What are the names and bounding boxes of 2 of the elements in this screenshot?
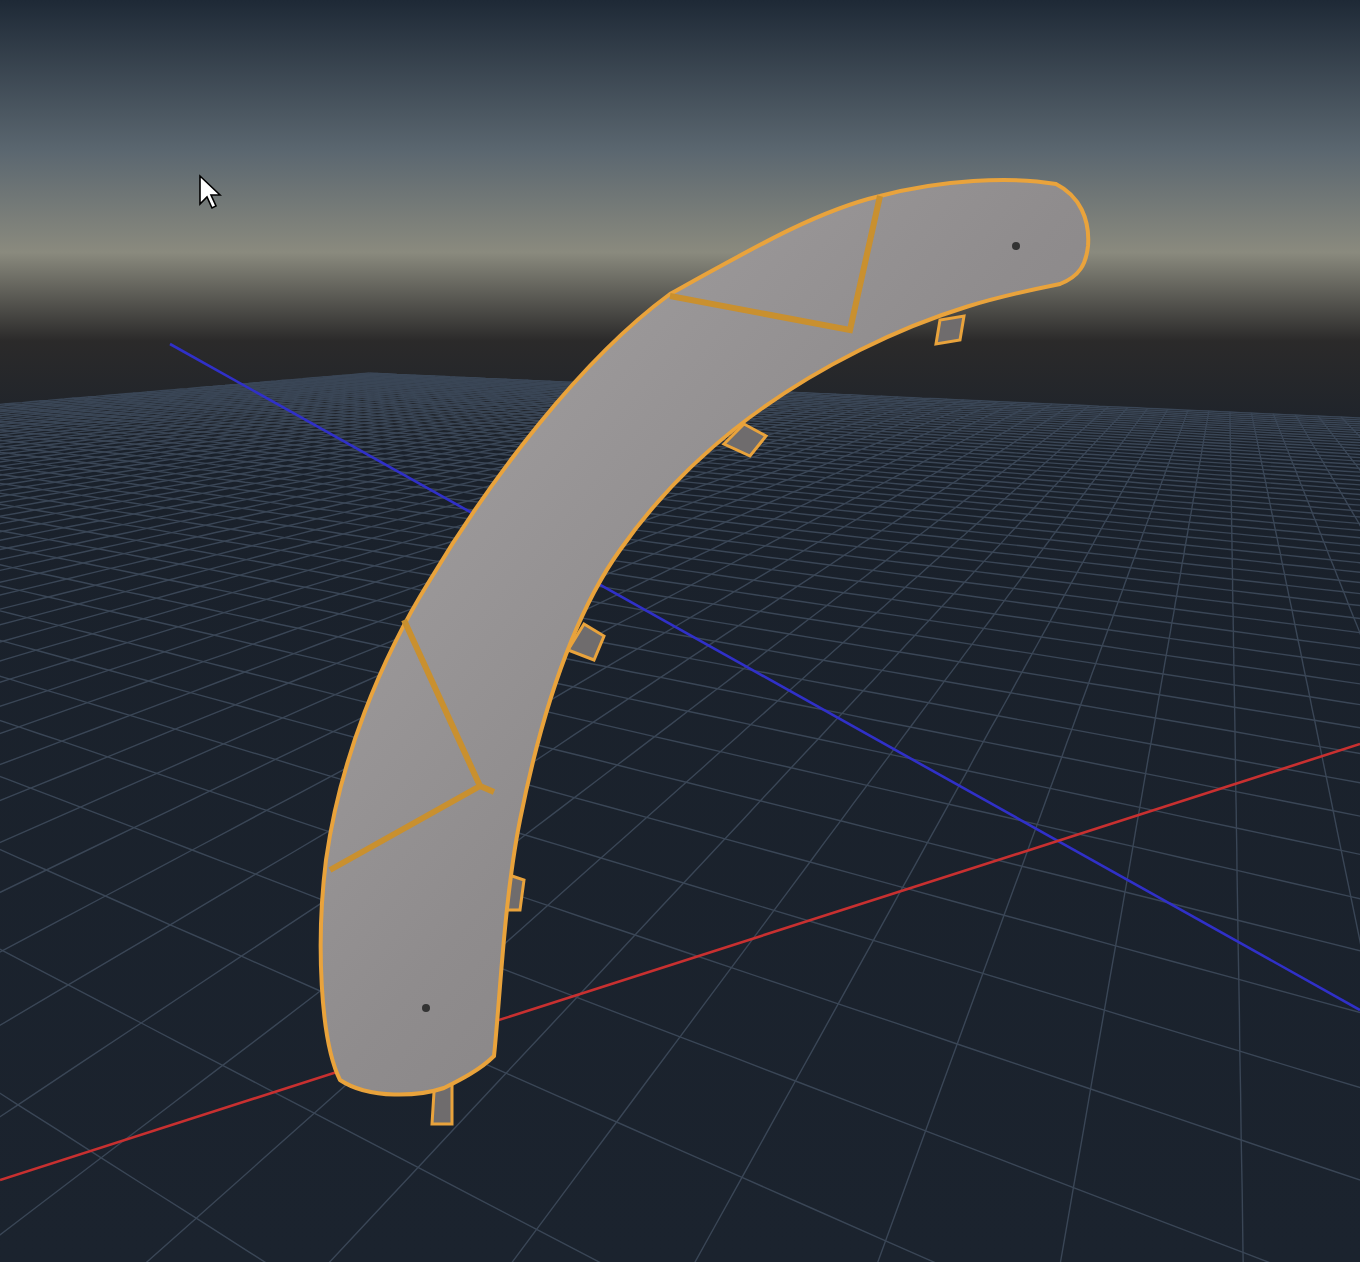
cursor-icon — [199, 174, 222, 210]
model-drawing[interactable] — [318, 178, 1091, 1126]
